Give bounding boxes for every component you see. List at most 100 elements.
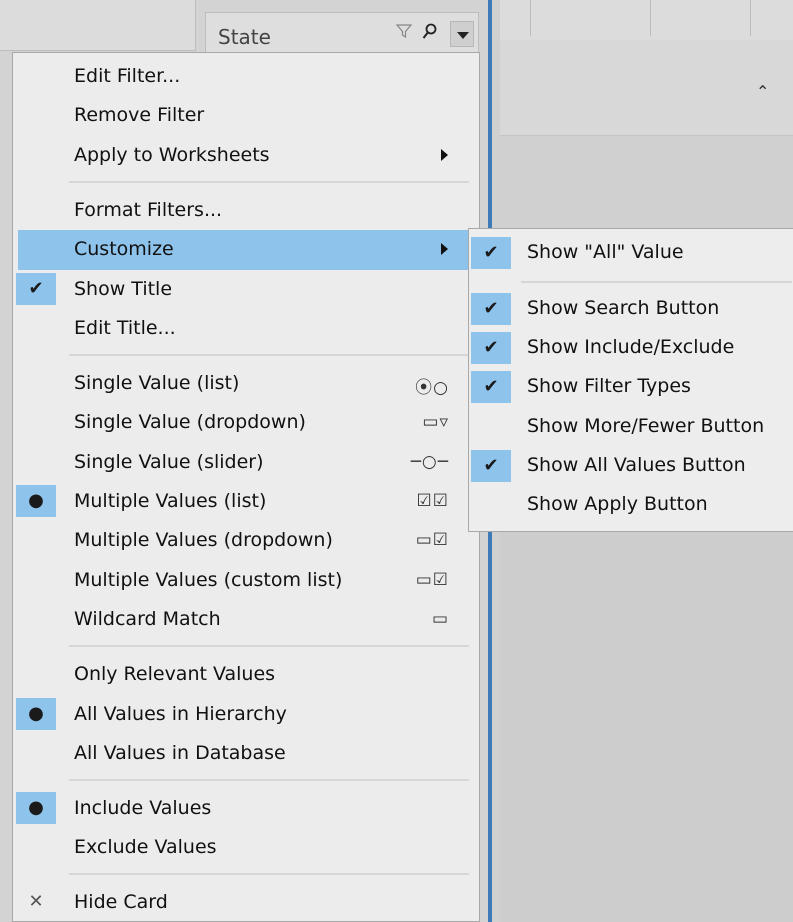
right-panel-band — [500, 40, 793, 136]
menu-item-all-values-in-hierarchy[interactable]: ● All Values in Hierarchy — [13, 695, 479, 733]
checkbox-list-icon: ☑☑ — [416, 491, 449, 511]
funnel-icon — [395, 23, 413, 44]
submenu-item-show-include-exclude[interactable]: ✔ Show Include/Exclude — [469, 328, 792, 366]
menu-item-label: Show Title — [74, 278, 173, 300]
checkmark-icon: ✔ — [483, 242, 499, 263]
menu-separator — [69, 354, 469, 356]
checkmark-icon: ✔ — [483, 298, 499, 319]
custom-list-icon: ▭☑ — [415, 570, 449, 590]
menu-item-multiple-values-dropdown[interactable]: Multiple Values (dropdown) ▭☑ — [13, 521, 479, 559]
menu-item-edit-filter[interactable]: Edit Filter... — [13, 57, 479, 95]
wildcard-icon: ▭ — [431, 609, 449, 629]
menu-item-all-values-in-database[interactable]: All Values in Database — [13, 734, 479, 772]
checkmark-icon: ✔ — [483, 337, 499, 358]
menu-separator — [69, 873, 469, 875]
submenu-item-label: Show Filter Types — [527, 375, 691, 397]
icon-gutter: ✕ — [16, 886, 56, 918]
menu-item-only-relevant-values[interactable]: Only Relevant Values — [13, 655, 479, 693]
menu-item-hide-card[interactable]: ✕ Hide Card — [13, 883, 479, 921]
check-gutter: ✔ — [471, 450, 511, 482]
menu-item-label: Multiple Values (dropdown) — [74, 529, 333, 551]
menu-separator — [69, 779, 469, 781]
menu-item-include-values[interactable]: ● Include Values — [13, 789, 479, 827]
submenu-item-label: Show All Values Button — [527, 454, 746, 476]
magnifier-icon[interactable] — [422, 23, 438, 46]
menu-item-label: Single Value (dropdown) — [74, 411, 306, 433]
checkmark-icon: ✔ — [28, 278, 44, 299]
menu-separator — [69, 181, 469, 183]
check-gutter: ✔ — [471, 293, 511, 325]
menu-item-remove-filter[interactable]: Remove Filter — [13, 96, 479, 134]
multi-dropdown-icon: ▭☑ — [415, 530, 449, 550]
submenu-item-show-all-values-button[interactable]: ✔ Show All Values Button — [469, 446, 792, 484]
check-gutter: ✔ — [471, 371, 511, 403]
collapse-caret-icon[interactable]: ⌃ — [756, 82, 769, 101]
checkmark-icon: ✔ — [483, 455, 499, 476]
customize-submenu: ✔ Show "All" Value ✔ Show Search Button … — [468, 228, 793, 532]
worksheet-area-strip — [0, 0, 196, 51]
menu-item-label: Wildcard Match — [74, 608, 221, 630]
filter-context-menu: Edit Filter... Remove Filter Apply to Wo… — [12, 52, 480, 922]
checkmark-icon: ✔ — [483, 376, 499, 397]
submenu-item-label: Show Include/Exclude — [527, 336, 735, 358]
slider-icon: ─○─ — [410, 452, 449, 472]
menu-item-edit-title[interactable]: Edit Title... — [13, 309, 479, 347]
menu-item-label: Remove Filter — [74, 104, 205, 126]
submenu-item-label: Show Apply Button — [527, 493, 708, 515]
right-toolbar-strip — [500, 0, 793, 41]
submenu-item-show-search-button[interactable]: ✔ Show Search Button — [469, 289, 792, 327]
menu-item-label: All Values in Database — [74, 742, 286, 764]
menu-item-label: Include Values — [74, 797, 212, 819]
bullet-icon: ● — [28, 490, 44, 511]
menu-item-label: Edit Filter... — [74, 65, 181, 87]
menu-item-label: Edit Title... — [74, 317, 176, 339]
submenu-arrow-icon — [441, 149, 448, 161]
submenu-item-show-filter-types[interactable]: ✔ Show Filter Types — [469, 367, 792, 405]
menu-item-wildcard-match[interactable]: Wildcard Match ▭ — [13, 600, 479, 638]
filter-card-header: State — [205, 12, 479, 55]
menu-item-label: Single Value (list) — [74, 372, 240, 394]
radio-gutter: ● — [16, 485, 56, 517]
check-gutter: ✔ — [471, 332, 511, 364]
menu-item-label: Multiple Values (custom list) — [74, 569, 343, 591]
menu-item-show-title[interactable]: ✔ Show Title — [13, 270, 479, 308]
menu-item-label: All Values in Hierarchy — [74, 703, 287, 725]
submenu-item-show-apply-button[interactable]: Show Apply Button — [469, 485, 792, 523]
submenu-item-label: Show More/Fewer Button — [527, 415, 765, 437]
menu-item-label: Apply to Worksheets — [74, 144, 270, 166]
check-gutter: ✔ — [16, 273, 56, 305]
menu-item-label: Exclude Values — [74, 836, 217, 858]
menu-item-exclude-values[interactable]: Exclude Values — [13, 828, 479, 866]
menu-item-apply-to-worksheets[interactable]: Apply to Worksheets — [13, 136, 479, 174]
radio-gutter: ● — [16, 792, 56, 824]
menu-item-single-value-slider[interactable]: Single Value (slider) ─○─ — [13, 443, 479, 481]
menu-item-single-value-dropdown[interactable]: Single Value (dropdown) ▭▿ — [13, 403, 479, 441]
menu-item-multiple-values-custom-list[interactable]: Multiple Values (custom list) ▭☑ — [13, 561, 479, 599]
menu-item-format-filters[interactable]: Format Filters... — [13, 191, 479, 229]
bullet-icon: ● — [28, 797, 44, 818]
menu-item-label: Format Filters... — [74, 199, 223, 221]
submenu-item-show-all-value[interactable]: ✔ Show "All" Value — [469, 233, 792, 271]
submenu-item-label: Show Search Button — [527, 297, 720, 319]
submenu-item-label: Show "All" Value — [527, 241, 684, 263]
radio-list-icon: ⦿○ — [415, 378, 449, 398]
menu-item-label: Only Relevant Values — [74, 663, 276, 685]
check-gutter: ✔ — [471, 237, 511, 269]
menu-separator — [521, 281, 792, 283]
submenu-item-show-more-fewer-button[interactable]: Show More/Fewer Button — [469, 407, 792, 445]
menu-item-label: Hide Card — [74, 891, 168, 913]
menu-item-multiple-values-list[interactable]: ● Multiple Values (list) ☑☑ — [13, 482, 479, 520]
filter-card-title: State — [218, 25, 271, 49]
right-lower-area — [500, 532, 793, 922]
menu-item-label: Multiple Values (list) — [74, 490, 267, 512]
card-menu-dropdown-button[interactable] — [450, 21, 474, 47]
menu-item-customize[interactable]: Customize — [18, 230, 470, 270]
menu-item-single-value-list[interactable]: Single Value (list) ⦿○ — [13, 364, 479, 402]
radio-gutter: ● — [16, 698, 56, 730]
menu-item-label: Customize — [74, 238, 174, 260]
bullet-icon: ● — [28, 703, 44, 724]
menu-separator — [69, 645, 469, 647]
menu-item-label: Single Value (slider) — [74, 451, 264, 473]
close-icon: ✕ — [28, 891, 44, 912]
dropdown-icon: ▭▿ — [422, 412, 449, 432]
